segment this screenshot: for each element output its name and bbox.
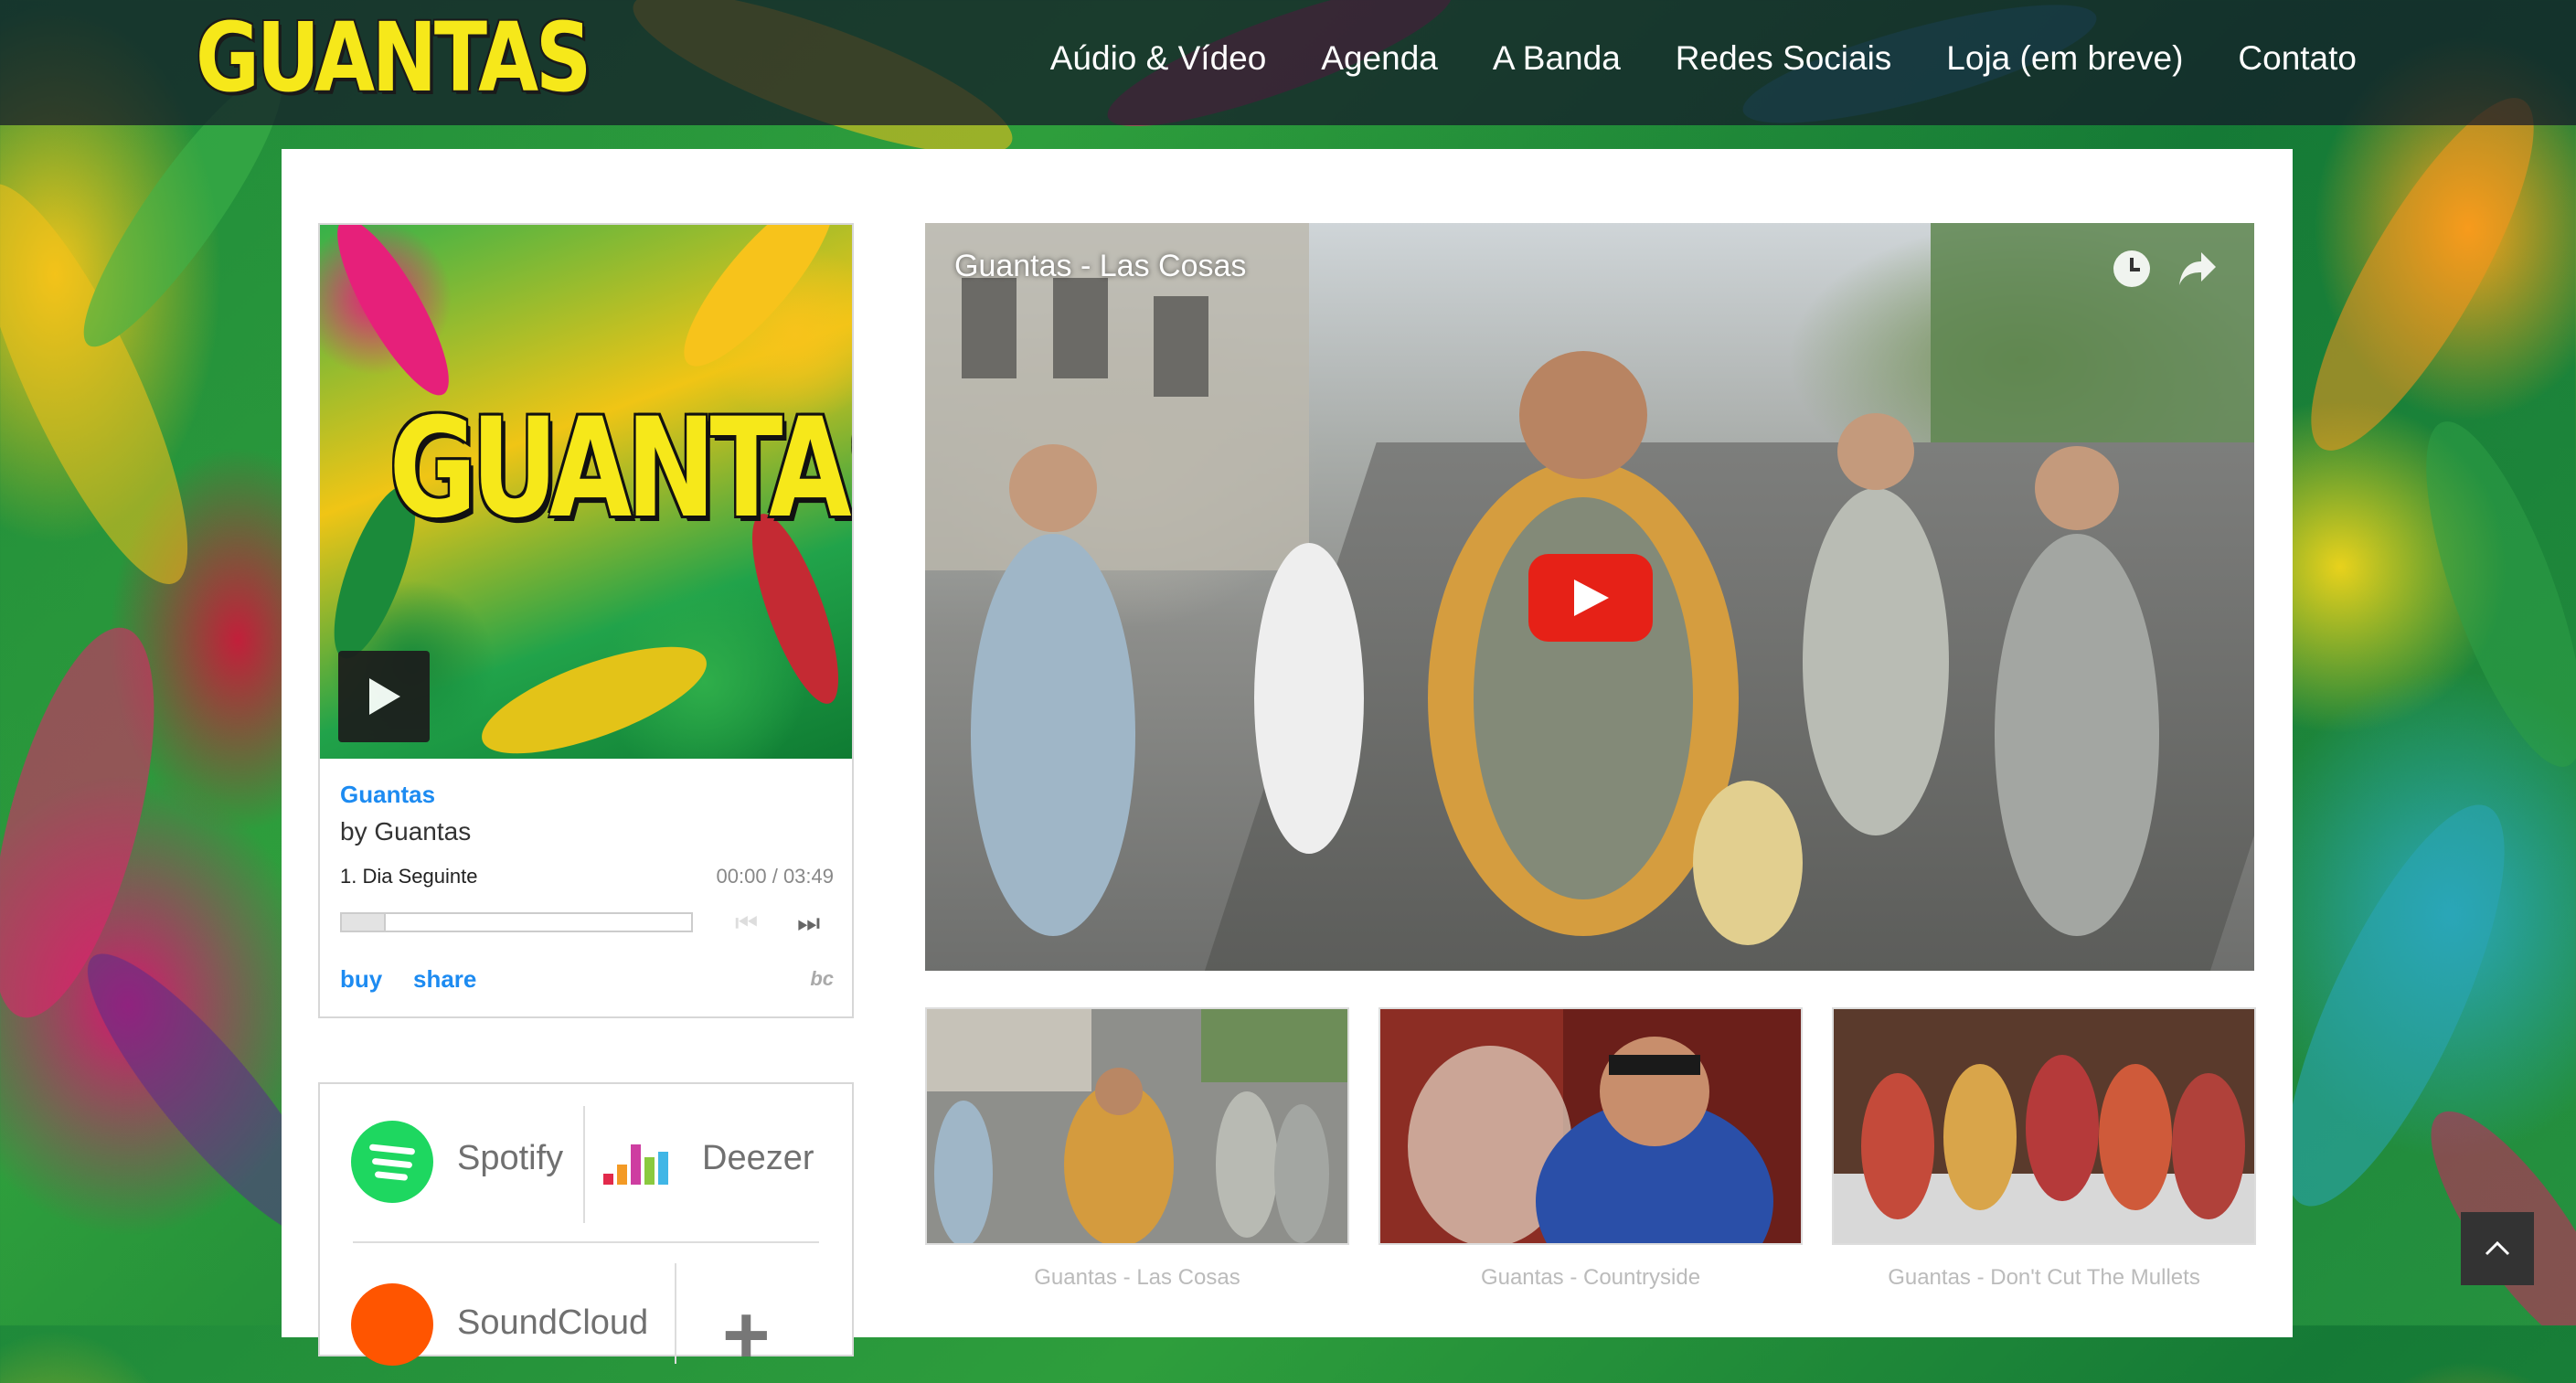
nav-redes-sociais[interactable]: Redes Sociais (1676, 39, 1892, 78)
playlist-label[interactable]: Guantas - Don't Cut The Mullets (1832, 1265, 2256, 1291)
back-to-top-button[interactable] (2461, 1212, 2534, 1285)
nav-a-banda[interactable]: A Banda (1493, 39, 1621, 78)
nav-audio-video[interactable]: Aúdio & Vídeo (1050, 39, 1267, 78)
play-icon (369, 678, 400, 715)
bandcamp-player: GUANTAS Guantas by Guantas 1. Dia Seguin… (318, 223, 854, 1018)
track-time: 00:00 / 03:49 (716, 865, 834, 888)
bandcamp-play-button[interactable] (338, 651, 430, 742)
more-services-icon[interactable]: + (722, 1289, 771, 1383)
play-icon (1574, 580, 1609, 616)
streaming-services: Spotify Deezer SoundCloud + (318, 1082, 854, 1381)
thumbnail-image (927, 1009, 1347, 1243)
divider (353, 1241, 819, 1243)
spotify-label[interactable]: Spotify (457, 1139, 563, 1178)
spotify-icon[interactable] (351, 1121, 433, 1203)
buy-link[interactable]: buy (340, 965, 382, 994)
playlist-thumbnail[interactable] (1832, 1007, 2256, 1245)
nav-agenda[interactable]: Agenda (1321, 39, 1438, 78)
progress-handle[interactable] (342, 914, 386, 931)
youtube-play-button[interactable] (1528, 554, 1653, 642)
video-player[interactable]: Guantas - Las Cosas (925, 223, 2254, 971)
site-logo[interactable]: GUANTAS (196, 7, 591, 108)
nav-loja[interactable]: Loja (em breve) (1946, 39, 2183, 78)
progress-bar[interactable] (340, 912, 693, 932)
site-header: GUANTAS Aúdio & Vídeo Agenda A Banda Red… (0, 0, 2576, 125)
previous-track-icon[interactable]: ⏮ (735, 909, 758, 939)
deezer-label[interactable]: Deezer (702, 1139, 814, 1178)
next-track-icon[interactable]: ⏭ (797, 909, 820, 939)
track-title: 1. Dia Seguinte (340, 865, 478, 888)
bandcamp-logo[interactable]: bc (810, 967, 834, 991)
playlist-thumbnail[interactable] (1378, 1007, 1803, 1245)
album-title[interactable]: Guantas (340, 781, 435, 809)
share-link[interactable]: share (413, 965, 476, 994)
watch-later-icon[interactable] (2112, 249, 2152, 293)
soundcloud-icon[interactable] (351, 1283, 433, 1366)
playlist-label[interactable]: Guantas - Countryside (1378, 1265, 1803, 1291)
playlist-thumbnail[interactable] (925, 1007, 1349, 1245)
soundcloud-label[interactable]: SoundCloud (457, 1303, 648, 1343)
video-title[interactable]: Guantas - Las Cosas (954, 249, 1246, 284)
thumbnail-image (1380, 1009, 1801, 1243)
chevron-up-icon (2485, 1240, 2510, 1256)
cover-title: GUANTAS (389, 389, 852, 548)
share-icon[interactable] (2177, 250, 2218, 292)
divider (583, 1106, 585, 1223)
deezer-icon[interactable] (603, 1144, 669, 1185)
album-artist: by Guantas (340, 817, 472, 846)
main-nav: Aúdio & Vídeo Agenda A Banda Redes Socia… (995, 0, 2357, 117)
album-cover[interactable]: GUANTAS (320, 225, 852, 759)
divider (675, 1263, 676, 1364)
nav-contato[interactable]: Contato (2238, 39, 2357, 78)
thumbnail-image (1834, 1009, 2254, 1243)
playlist-label[interactable]: Guantas - Las Cosas (925, 1265, 1349, 1291)
